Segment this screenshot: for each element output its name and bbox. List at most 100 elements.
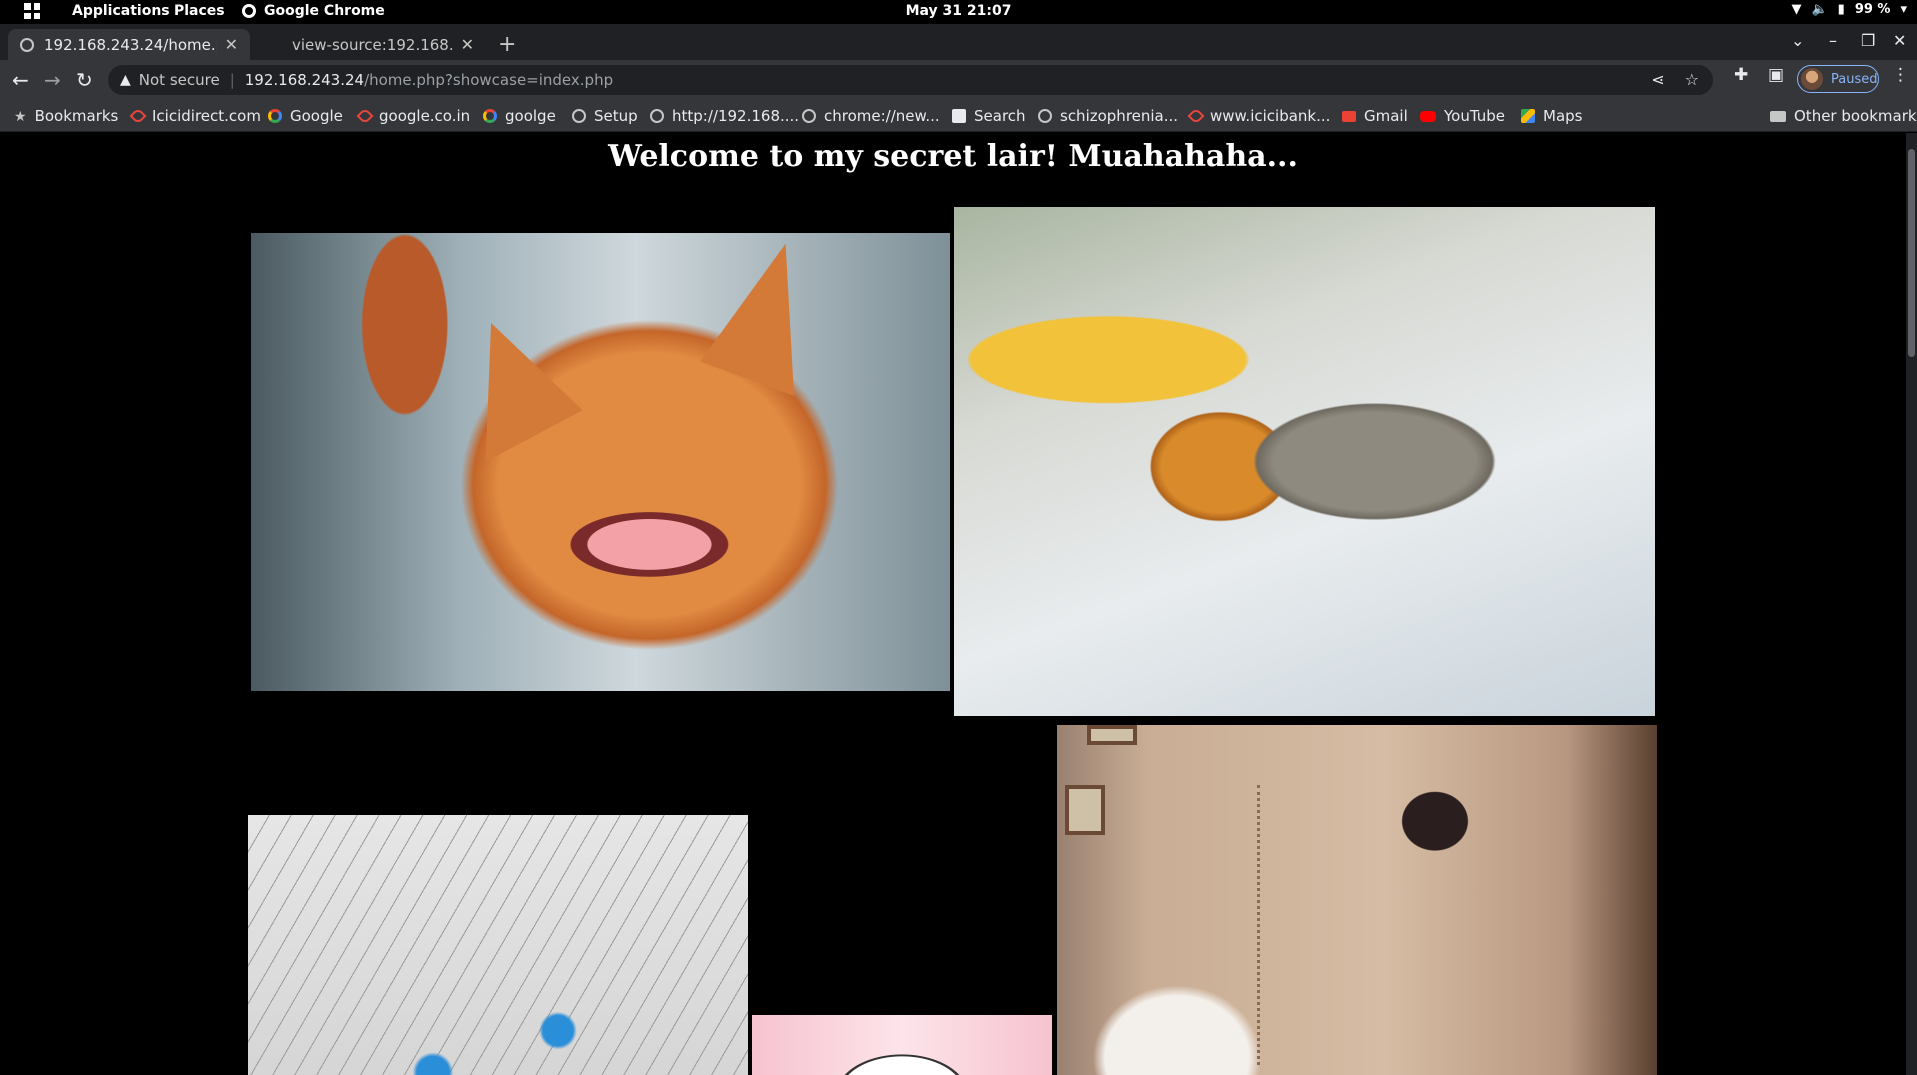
bookmark-label: google.co.in bbox=[379, 107, 471, 125]
forward-button[interactable]: → bbox=[44, 68, 61, 92]
bookmark-label: Gmail bbox=[1364, 107, 1408, 125]
close-icon[interactable]: ✕ bbox=[225, 35, 238, 54]
extensions-icon[interactable]: ✚ bbox=[1734, 65, 1748, 85]
maps-icon bbox=[1521, 109, 1535, 123]
bookmark-youtube[interactable]: YouTube bbox=[1420, 107, 1505, 125]
side-panel-icon[interactable]: ▣ bbox=[1768, 65, 1784, 85]
search-icon bbox=[952, 109, 966, 123]
bookmark-label: Icicidirect.com bbox=[152, 107, 261, 125]
tab-search-icon[interactable]: ⌄ bbox=[1791, 31, 1804, 50]
profile-button[interactable]: Paused bbox=[1797, 65, 1879, 93]
bookmark-label: Setup bbox=[594, 107, 638, 125]
bookmark-star-icon[interactable]: ☆ bbox=[1685, 70, 1699, 89]
bookmark-label: YouTube bbox=[1444, 107, 1505, 125]
wifi-icon: ▼ bbox=[1791, 2, 1802, 17]
restore-icon[interactable]: ❐ bbox=[1861, 31, 1875, 50]
new-tab-button[interactable]: + bbox=[498, 32, 516, 57]
tab-strip: 192.168.243.24/home.php ✕ view-source:19… bbox=[0, 24, 1917, 60]
page-scrollbar[interactable] bbox=[1906, 133, 1917, 1075]
bookmark-google[interactable]: Google bbox=[268, 107, 343, 125]
chrome-icon bbox=[242, 4, 256, 18]
bookmark-label: goolge bbox=[505, 107, 556, 125]
browser-toolbar: ← → ↻ ▲ Not secure | 192.168.243.24 /hom… bbox=[0, 60, 1917, 100]
applications-menu[interactable]: Applications bbox=[72, 3, 170, 19]
bookmark-label: www.icicibank... bbox=[1210, 107, 1331, 125]
bookmark-label: schizophrenia... bbox=[1060, 107, 1179, 125]
bookmark-label: Google bbox=[290, 107, 343, 125]
back-button[interactable]: ← bbox=[12, 68, 29, 92]
bookmark-gmail[interactable]: Gmail bbox=[1342, 107, 1408, 125]
page-heading: Welcome to my secret lair! Muahahaha... bbox=[608, 139, 1298, 174]
scrollbar-thumb[interactable] bbox=[1908, 149, 1915, 357]
bookmark-label: Other bookmarks bbox=[1794, 107, 1917, 125]
icici-icon bbox=[129, 107, 147, 125]
bookmark-label: chrome://new... bbox=[824, 107, 940, 125]
google-icon bbox=[268, 109, 282, 123]
white-cat-room-image bbox=[1057, 725, 1657, 1075]
menu-kebab-icon[interactable]: ⋮ bbox=[1892, 65, 1909, 85]
globe-icon bbox=[802, 109, 816, 123]
folder-icon bbox=[1770, 110, 1786, 122]
active-app-menu[interactable]: Google Chrome bbox=[242, 3, 385, 19]
places-menu[interactable]: Places bbox=[174, 3, 225, 19]
globe-icon bbox=[20, 37, 34, 52]
source-icon bbox=[268, 38, 282, 52]
window-close-icon[interactable]: ✕ bbox=[1893, 31, 1906, 50]
youtube-icon bbox=[1420, 110, 1436, 122]
tab-title: view-source:192.168.243. bbox=[292, 35, 453, 54]
bookmark-icicibank[interactable]: www.icicibank... bbox=[1187, 107, 1331, 125]
active-app-label: Google Chrome bbox=[264, 3, 385, 19]
bookmark-label: Search bbox=[974, 107, 1026, 125]
pink-cat-image bbox=[752, 1015, 1052, 1075]
laughing-cat-image bbox=[251, 233, 950, 691]
share-icon[interactable]: ⋖ bbox=[1651, 70, 1664, 89]
icici-icon bbox=[356, 107, 374, 125]
clock[interactable]: May 31 21:07 bbox=[906, 3, 1012, 19]
bookmark-search[interactable]: Search bbox=[952, 107, 1026, 125]
bookmark-goolge[interactable]: goolge bbox=[483, 107, 556, 125]
system-tray[interactable]: ▼ 🔈 ▮ 99 % ▾ bbox=[1791, 2, 1907, 17]
tab-view-source[interactable]: view-source:192.168.243. ✕ bbox=[256, 29, 486, 60]
bookmark-chrome-new[interactable]: chrome://new... bbox=[802, 107, 940, 125]
reload-button[interactable]: ↻ bbox=[76, 68, 93, 92]
icici-icon bbox=[1187, 107, 1205, 125]
gmail-icon bbox=[1342, 110, 1356, 122]
tab-home-php[interactable]: 192.168.243.24/home.php ✕ bbox=[8, 29, 250, 60]
close-icon[interactable]: ✕ bbox=[461, 35, 474, 54]
globe-icon bbox=[650, 109, 664, 123]
avatar bbox=[1801, 68, 1823, 90]
bookmark-maps[interactable]: Maps bbox=[1521, 107, 1582, 125]
bookmark-google-co-in[interactable]: google.co.in bbox=[356, 107, 471, 125]
globe-icon bbox=[1038, 109, 1052, 123]
globe-icon bbox=[572, 109, 586, 123]
address-bar[interactable]: ▲ Not secure | 192.168.243.24 /home.php?… bbox=[108, 65, 1713, 95]
tab-title: 192.168.243.24/home.php bbox=[44, 35, 217, 54]
bookmark-icicidirect[interactable]: Icicidirect.com bbox=[129, 107, 261, 125]
google-icon bbox=[483, 109, 497, 123]
bookmark-setup[interactable]: Setup bbox=[572, 107, 638, 125]
system-top-bar: Applications Places Google Chrome May 31… bbox=[0, 0, 1917, 24]
power-menu-icon: ▾ bbox=[1900, 2, 1907, 17]
warning-icon[interactable]: ▲ bbox=[120, 72, 131, 88]
battery-percent: 99 % bbox=[1854, 2, 1891, 17]
url-host[interactable]: 192.168.243.24 bbox=[245, 71, 364, 89]
other-bookmarks[interactable]: Other bookmarks bbox=[1770, 107, 1917, 125]
bookmark-label: Bookmarks bbox=[34, 107, 119, 125]
anime-boy-image bbox=[248, 815, 748, 1075]
apps-grid-icon[interactable] bbox=[24, 3, 40, 19]
volume-icon: 🔈 bbox=[1811, 2, 1828, 17]
not-secure-label[interactable]: Not secure bbox=[139, 71, 220, 89]
bookmarks-bar: ★ Bookmarks Icicidirect.com Google google… bbox=[0, 100, 1917, 132]
bookmark-schizophrenia[interactable]: schizophrenia... bbox=[1038, 107, 1178, 125]
url-path[interactable]: /home.php?showcase=index.php bbox=[364, 71, 613, 89]
bookmark-http[interactable]: http://192.168.... bbox=[650, 107, 799, 125]
page-viewport: Welcome to my secret lair! Muahahaha... bbox=[0, 133, 1917, 1075]
bookmark-label: http://192.168.... bbox=[672, 107, 800, 125]
profile-status: Paused bbox=[1831, 71, 1878, 87]
bookmark-manager[interactable]: ★ Bookmarks bbox=[14, 107, 118, 125]
star-icon: ★ bbox=[14, 109, 27, 125]
battery-icon: ▮ bbox=[1837, 2, 1845, 17]
divider: | bbox=[229, 71, 235, 89]
minimize-icon[interactable]: – bbox=[1829, 31, 1837, 50]
kitten-teddy-image bbox=[954, 207, 1655, 716]
